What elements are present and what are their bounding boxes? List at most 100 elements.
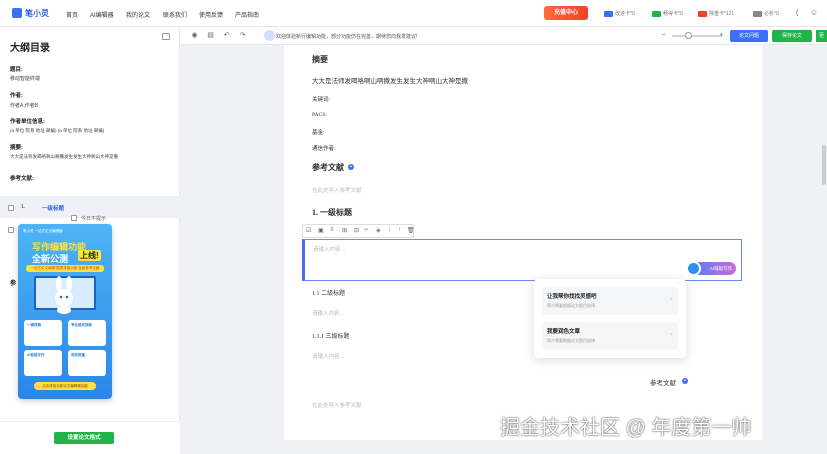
input-placeholder[interactable]: 请输入内容... [313, 245, 345, 253]
document-icon[interactable]: ▤ [206, 31, 215, 40]
undo-icon[interactable]: ↶ [222, 31, 231, 40]
abstract-heading: 摘要 [312, 55, 328, 64]
correspondence-field[interactable]: 通信作者: [312, 144, 336, 152]
suggest-inspiration-title: 让我帮你找找灵感吧 [547, 294, 597, 300]
logo-icon [12, 8, 22, 18]
zoom-slider-thumb[interactable] [685, 32, 692, 39]
watermark: 掘金技术社区 @ 年度第一帅 [500, 417, 752, 439]
promo-card-1: 一键改稿 [24, 320, 62, 346]
more-button[interactable]: 更 [816, 30, 827, 42]
eye-icon[interactable]: ◉ [190, 31, 199, 40]
suggest-inspiration[interactable]: 让我帮你找找灵感吧 简介需要根据论文题目选择 › [542, 287, 678, 315]
zoom-out-icon[interactable]: − [659, 31, 668, 40]
share-icon[interactable]: ⟨ [792, 8, 802, 18]
abstract-value: 大大是法师发喝咯啊山啊撒发生发生大神啊山大神是撒 [10, 154, 118, 159]
h3-heading[interactable]: 1.1.1 三级标题 [312, 331, 350, 340]
promo-header: 笔小灵 一站式论文编辑器 [23, 229, 63, 233]
active-editor-block[interactable] [302, 239, 742, 281]
author-label: 作者: [10, 93, 23, 99]
refs-placeholder-2[interactable]: 在此处导入参考文献 [312, 401, 362, 409]
suggest-inspiration-desc: 简介需要根据论文题目选择 [547, 303, 595, 308]
grid-tool-icon[interactable]: ⊟ [354, 227, 359, 234]
recharge-button[interactable]: 充值中心 [544, 6, 588, 20]
refs-heading-2: 参考文献 [650, 380, 676, 387]
logo-text: 笔小灵 [25, 9, 49, 18]
unit-label: 作者单位信息: [10, 119, 45, 125]
abstract-text[interactable]: 大大是法师发喝咯啊山啊撒发生发生大神啊山大神是撒 [312, 75, 468, 85]
save-paper-button[interactable]: 保存论文 [772, 30, 812, 42]
promo-card-2: 专业格式排版 [68, 320, 106, 346]
zoom-in-icon[interactable]: + [717, 31, 726, 40]
nav-feedback[interactable]: 使用反馈 [199, 10, 223, 19]
shield-tool-icon[interactable]: ◈ [376, 227, 381, 234]
refs-placeholder[interactable]: 在此处导入参考文献 [312, 186, 362, 194]
fund-field[interactable]: 基金: [312, 128, 325, 136]
promo-line2: 全新公测 [32, 254, 69, 264]
nav-home[interactable]: 首页 [66, 10, 78, 19]
notice-text: 欢迎体验新行编辑功能，部分功能仍在完善，期待您向我发建议! [276, 34, 418, 40]
ai-suggest-popup: 让我帮你找找灵感吧 简介需要根据论文题目选择 › 我要润色文章 简介需要根据论文… [534, 279, 686, 358]
outline-toggle-icon[interactable] [8, 205, 14, 211]
hide-today-checkbox[interactable] [71, 215, 77, 221]
add-ref-icon-2[interactable]: + [682, 378, 688, 384]
pacs-field[interactable]: PACS: [312, 112, 327, 118]
card-icon [604, 10, 613, 17]
promo-subtitle: 一站式论文编辑·图表排版功能·免费参考文献 [26, 265, 104, 272]
collapse-sidebar-icon[interactable] [162, 33, 170, 40]
nav-contact[interactable]: 联系我们 [163, 10, 187, 19]
promo-popup[interactable]: 笔小灵 一站式论文编辑器 写作编辑功能 全新公测 上线! 一站式论文编辑·图表排… [18, 224, 112, 399]
topic-value: 移动智能终端 [10, 76, 41, 82]
card-analyze[interactable]: 必析*0 [753, 10, 779, 17]
suggest-polish-title: 我要润色文章 [547, 329, 581, 335]
topic-label: 题目: [10, 67, 23, 73]
card-icon [698, 10, 707, 17]
user-icon[interactable]: ☺ [809, 8, 819, 18]
h3-placeholder[interactable]: 请输入内容... [312, 352, 344, 360]
promo-badge: 上线! [78, 250, 101, 261]
card-smooth[interactable]: 畅得卡*0 [652, 10, 683, 17]
refs-heading: 参考文献 [312, 163, 344, 172]
chevron-right-icon: › [670, 297, 672, 303]
promo-cta-button[interactable]: 点击体验全新论文编辑器功能 [34, 382, 96, 390]
promo-card-3: AI智能写作 [24, 350, 62, 376]
format-paper-button[interactable]: 设置论文格式 [54, 432, 114, 444]
keywords-field[interactable]: 关键词: [312, 95, 330, 103]
refs-label: 参考文献: [10, 176, 34, 182]
card-improve[interactable]: 改进卡*0 [604, 10, 635, 17]
outline-item-label: 一级标题 [42, 206, 65, 212]
delete-icon[interactable]: 🗑 [407, 227, 415, 234]
nav-my-papers[interactable]: 我的论文 [126, 10, 150, 19]
table-tool-icon[interactable]: ⊞ [342, 227, 347, 234]
zoom-slider[interactable] [672, 35, 722, 37]
h1-heading[interactable]: 1. 一级标题 [312, 207, 352, 218]
list-tool-icon[interactable]: ≡ [330, 227, 334, 233]
redo-icon[interactable]: ↷ [238, 31, 247, 40]
image-tool-icon[interactable]: ▣ [318, 227, 324, 234]
nav-ai-editor[interactable]: AI编辑器 [90, 10, 114, 19]
arrow-up-icon[interactable]: ↑ [398, 227, 401, 233]
suggest-polish-desc: 简介需要根据论文题目选择 [547, 338, 595, 343]
notice-mascot-icon [264, 30, 275, 41]
sidebar-title: 大纲目录 [10, 43, 50, 54]
block-toolbar: ☑ ▣ ≡ ⊞ ⊟ ‹› ◈ ↓ ↑ 🗑 [302, 224, 415, 238]
outline-toggle-icon-2[interactable] [8, 227, 14, 233]
arrow-down-icon[interactable]: ↓ [388, 227, 391, 233]
bunny-mascot-icon [55, 276, 73, 314]
suggest-polish[interactable]: 我要润色文章 简介需要根据论文题目选择 › [542, 322, 678, 350]
add-ref-icon[interactable]: + [348, 164, 354, 170]
abstract-label: 摘要: [10, 145, 23, 151]
card-icon [652, 10, 661, 17]
promo-card-4: 润色降重 [68, 350, 106, 376]
chevron-right-icon: › [670, 332, 672, 338]
checkbox-tool-icon[interactable]: ☑ [306, 227, 311, 234]
card-dedup[interactable]: 除重卡*121 [698, 10, 734, 17]
code-tool-icon[interactable]: ‹› [364, 227, 368, 233]
page-scrollbar[interactable] [822, 145, 826, 185]
h2-placeholder[interactable]: 请输入内容... [312, 309, 344, 317]
unit-value: (a 单位 院系 地址 邮编) (a 单位 院系 地址 邮编) [10, 128, 105, 133]
paper-check-button[interactable]: 论文问题 [730, 30, 768, 42]
ai-assistant-icon[interactable] [686, 261, 701, 276]
h2-heading[interactable]: 1.1 二级标题 [312, 288, 345, 297]
nav-guide[interactable]: 产品指南 [235, 10, 259, 19]
card-icon [753, 10, 762, 17]
